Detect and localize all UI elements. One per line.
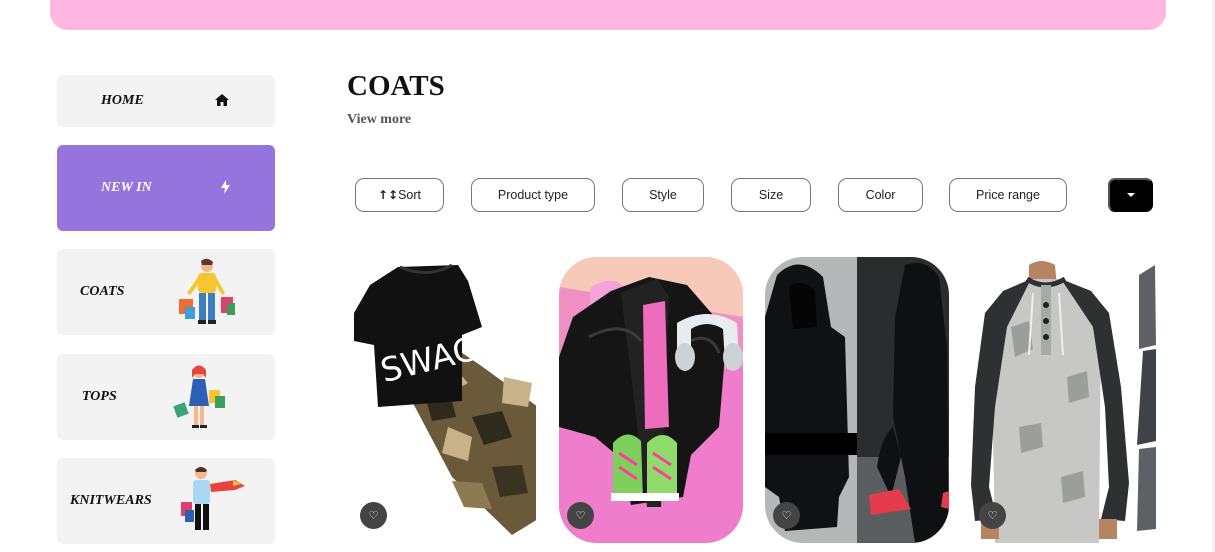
product-image-black-hoodie [765, 257, 949, 543]
sidebar-item-label: TOPS [82, 389, 117, 404]
sidebar-item-label: HOME [101, 93, 144, 108]
favorite-button[interactable]: ♡ [773, 502, 800, 529]
more-filters-dropdown[interactable] [1108, 178, 1153, 212]
product-thumbnail-strip[interactable] [1133, 265, 1156, 533]
thumbnail-images [1133, 265, 1156, 533]
product-image-swag-outfit: SWAG [352, 257, 536, 543]
sidebar-item-new-in[interactable]: NEW IN [57, 145, 275, 231]
favorite-button[interactable]: ♡ [360, 502, 387, 529]
lightning-icon [221, 180, 230, 194]
shopper-scarf-illustration [181, 467, 245, 530]
product-card[interactable]: ♡ [559, 257, 743, 543]
top-banner [50, 0, 1166, 30]
caret-down-icon [1126, 193, 1135, 197]
sidebar-item-coats[interactable]: COATS [57, 249, 275, 335]
sort-icon: ↑↕ [377, 188, 399, 202]
home-icon [215, 94, 229, 106]
favorite-button[interactable]: ♡ [979, 502, 1006, 529]
product-card[interactable]: SWAG ♡ [352, 257, 536, 543]
product-image-jacket-flatlay [559, 257, 743, 543]
view-more-link[interactable]: View more [347, 112, 411, 128]
page-title: COATS [347, 70, 445, 102]
product-card[interactable]: ♡ [765, 257, 949, 543]
product-image-raglan-henley [971, 257, 1155, 543]
sidebar-item-label: COATS [80, 284, 125, 299]
sidebar-item-knitwears[interactable]: KNITWEARS [57, 458, 275, 544]
heart-icon: ♡ [575, 509, 586, 522]
shopper-woman-illustration [173, 365, 225, 428]
sidebar-item-tops[interactable]: TOPS [57, 354, 275, 440]
heart-icon: ♡ [987, 509, 998, 522]
product-card[interactable]: ♡ [971, 257, 1155, 543]
favorite-button[interactable]: ♡ [567, 502, 594, 529]
product-type-button[interactable]: Product type [471, 178, 595, 212]
heart-icon: ♡ [368, 509, 379, 522]
shopper-man-illustration [179, 258, 235, 324]
sidebar-item-label: NEW IN [101, 180, 152, 195]
size-button[interactable]: Size [731, 178, 811, 212]
style-button[interactable]: Style [622, 178, 704, 212]
price-range-button[interactable]: Price range [949, 178, 1067, 212]
sort-button[interactable]: ↑↕ Sort [355, 178, 444, 212]
heart-icon: ♡ [781, 509, 792, 522]
sidebar-item-home[interactable]: HOME [57, 75, 275, 127]
color-button[interactable]: Color [838, 178, 923, 212]
sort-label: Sort [398, 188, 422, 202]
sidebar-item-label: KNITWEARS [70, 493, 152, 508]
